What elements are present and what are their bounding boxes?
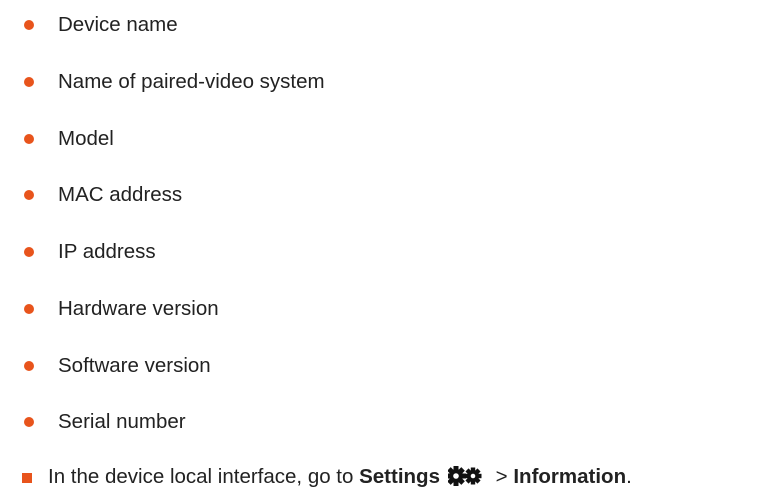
list-item: MAC address (0, 180, 700, 210)
square-bullet (22, 473, 32, 483)
bullet-dot (24, 247, 34, 257)
instruction-line: In the device local interface, go to Set… (22, 462, 632, 492)
instruction-prefix: In the device local interface, go to (48, 465, 360, 488)
list-item-text: Name of paired-video system (58, 70, 325, 93)
instruction-separator: > (489, 465, 514, 488)
list-item: Model (0, 124, 700, 154)
list-item: IP address (0, 237, 700, 267)
bullet-dot (24, 361, 34, 371)
list-item: Serial number (0, 407, 700, 437)
bullet-dot (24, 134, 34, 144)
bullet-dot (24, 20, 34, 30)
list-item: Software version (0, 351, 700, 381)
list-item: Hardware version (0, 294, 700, 324)
list-item-text: Serial number (58, 410, 186, 433)
list-item-text: Hardware version (58, 297, 219, 320)
list-item: Name of paired-video system (0, 67, 700, 97)
list-item-text: Software version (58, 354, 211, 377)
bullet-dot (24, 190, 34, 200)
list-item-text: IP address (58, 240, 156, 263)
gear-icon (445, 463, 482, 498)
bullet-dot (24, 77, 34, 87)
list-item: Device name (0, 10, 700, 40)
bullet-dot (24, 304, 34, 314)
information-label: Information (513, 465, 627, 488)
settings-label: Settings (359, 465, 440, 488)
list-item-text: Model (58, 127, 114, 150)
bullet-dot (24, 417, 34, 427)
list-item-text: Device name (58, 13, 178, 36)
list-item-text: MAC address (58, 183, 183, 206)
instruction-suffix: . (626, 465, 632, 488)
